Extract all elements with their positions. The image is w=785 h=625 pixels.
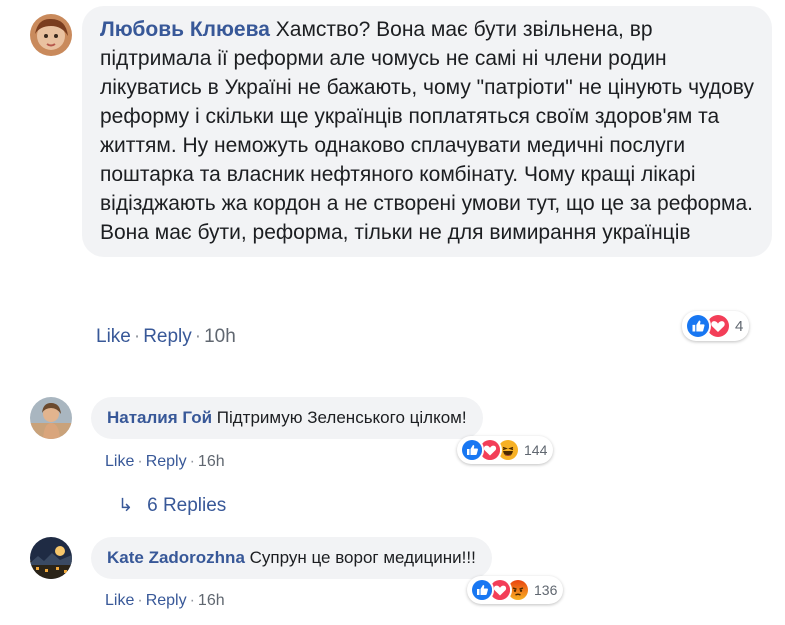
comment-text: Супрун це ворог медицини!!! [249, 548, 476, 567]
reply-link[interactable]: Reply [143, 326, 192, 347]
comment-text: Підтримую Зеленського цілком! [216, 408, 467, 427]
separator: · [189, 453, 195, 470]
replies-count-label[interactable]: 6 Replies [147, 495, 226, 516]
reactions-summary[interactable]: 136 [467, 576, 564, 604]
like-link[interactable]: Like [105, 592, 134, 609]
separator: · [137, 592, 143, 609]
reply-arrow-icon: ↳ [118, 495, 134, 515]
comment-actions: Like · Reply · 10h [96, 326, 236, 348]
like-icon [460, 438, 484, 462]
reactions-summary[interactable]: 144 [457, 436, 554, 464]
like-link[interactable]: Like [96, 326, 131, 347]
comment-text: Хамство? Вона має бути звільнена, вр під… [100, 18, 754, 244]
avatar[interactable] [30, 14, 72, 56]
like-link[interactable]: Like [105, 453, 134, 470]
comment-timestamp[interactable]: 16h [198, 592, 225, 609]
view-replies-link[interactable]: ↳ 6 Replies [118, 495, 226, 517]
reaction-count: 136 [534, 582, 558, 598]
comment-author[interactable]: Kate Zadorozhna [107, 548, 245, 567]
like-icon [685, 313, 711, 339]
reply-link[interactable]: Reply [146, 592, 187, 609]
avatar[interactable] [30, 537, 72, 579]
comment-timestamp[interactable]: 10h [204, 326, 236, 347]
comment-actions: Like · Reply · 16h [105, 592, 225, 610]
reply-link[interactable]: Reply [146, 453, 187, 470]
comment-author[interactable]: Наталия Гой [107, 408, 212, 427]
separator: · [137, 453, 143, 470]
comment-bubble: Наталия Гой Підтримую Зеленського цілком… [91, 397, 483, 439]
separator: · [194, 326, 202, 347]
comment-author[interactable]: Любовь Клюева [100, 18, 270, 41]
reaction-count: 4 [735, 317, 744, 335]
reaction-count: 144 [524, 442, 548, 458]
separator: · [189, 592, 195, 609]
comment-bubble: Любовь Клюева Хамство? Вона має бути зві… [82, 6, 772, 257]
comment-bubble: Kate Zadorozhna Супрун це ворог медицини… [91, 537, 492, 579]
comment-actions: Like · Reply · 16h [105, 453, 225, 471]
like-icon [470, 578, 494, 602]
avatar[interactable] [30, 397, 72, 439]
separator: · [133, 326, 141, 347]
reactions-summary[interactable]: 4 [682, 311, 750, 341]
comment-timestamp[interactable]: 16h [198, 453, 225, 470]
